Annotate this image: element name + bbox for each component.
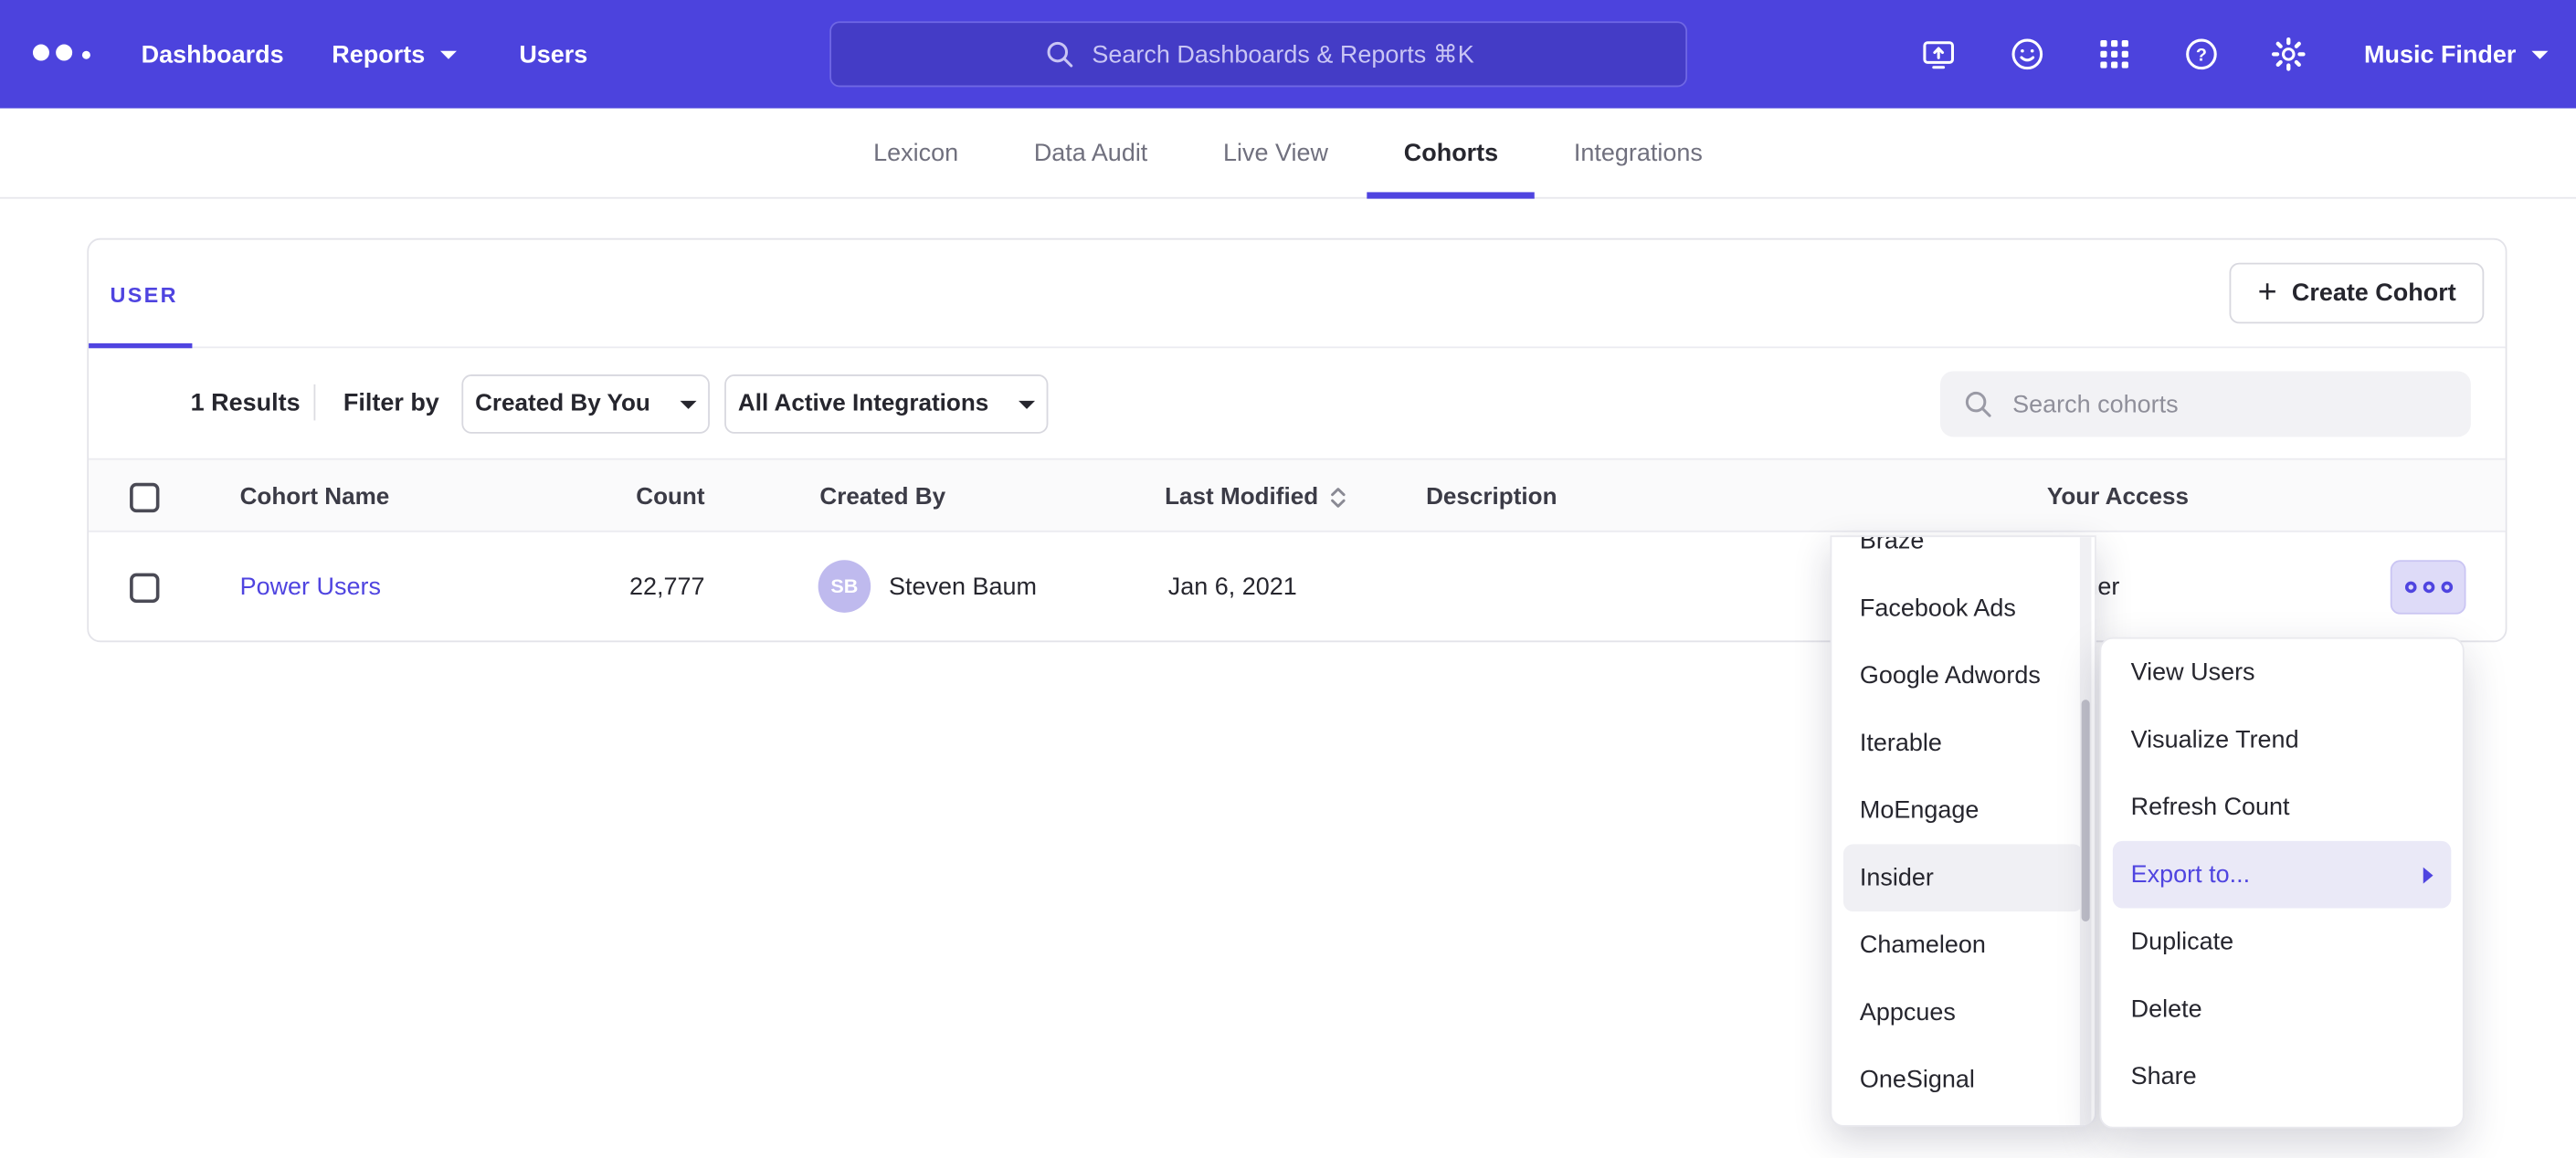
column-last-modified-label: Last Modified: [1165, 484, 1318, 511]
last-modified-date: Jan 6, 2021: [1168, 532, 1297, 642]
menu-item-appcues[interactable]: Appcues: [1832, 979, 2095, 1047]
ellipsis-icon: [2423, 582, 2434, 594]
table-row: Power Users 22,777 SB Steven Baum Jan 6,…: [89, 532, 2506, 642]
menu-item-chameleon[interactable]: Chameleon: [1832, 911, 2095, 979]
feedback-smiley-icon[interactable]: [2008, 35, 2047, 74]
cohort-search: [1940, 371, 2471, 437]
table-header: Cohort Name Count Created By Last Modifi…: [89, 458, 2506, 532]
search-icon: [1961, 387, 1994, 420]
integrations-filter-button[interactable]: All Active Integrations: [724, 374, 1048, 434]
nav-reports-label: Reports: [332, 40, 425, 68]
avatar: SB: [818, 560, 871, 613]
section-tabbar: Lexicon Data Audit Live View Cohorts Int…: [0, 109, 2576, 199]
chevron-down-icon: [2531, 50, 2548, 58]
select-all-checkbox[interactable]: [130, 482, 159, 511]
gear-icon[interactable]: [2269, 35, 2308, 74]
tab-cohorts[interactable]: Cohorts: [1404, 109, 1498, 197]
cohort-count: 22,777: [519, 532, 704, 642]
column-cohort-name: Cohort Name: [240, 460, 390, 534]
chevron-right-icon: [2423, 867, 2433, 883]
menu-item-share[interactable]: Share: [2101, 1043, 2463, 1111]
row-actions-button[interactable]: [2391, 560, 2466, 614]
brand-dot-icon: [82, 51, 90, 59]
integrations-filter-label: All Active Integrations: [738, 391, 988, 417]
tab-integrations[interactable]: Integrations: [1574, 109, 1703, 197]
column-created-by: Created By: [819, 460, 945, 534]
menu-item-delete[interactable]: Delete: [2101, 975, 2463, 1043]
create-cohort-button[interactable]: + Create Cohort: [2230, 263, 2484, 324]
creator-name: Steven Baum: [889, 532, 1037, 642]
brand-dot-icon: [56, 45, 72, 61]
panel-header: USER + Create Cohort: [89, 240, 2506, 349]
menu-item-export-to[interactable]: Export to...: [2113, 841, 2451, 909]
export-submenu: Braze Facebook Ads Google Adwords Iterab…: [1830, 535, 2096, 1126]
topbar: Dashboards Reports Users Search Dashboar…: [0, 0, 2576, 109]
tab-data-audit[interactable]: Data Audit: [1034, 109, 1147, 197]
monitor-arrow-icon[interactable]: [1919, 35, 1958, 74]
column-count: Count: [519, 460, 704, 534]
create-cohort-label: Create Cohort: [2292, 279, 2456, 308]
column-your-access: Your Access: [2047, 460, 2189, 534]
nav-reports[interactable]: Reports: [332, 0, 456, 109]
results-count: 1 Results: [191, 348, 301, 458]
cohorts-panel: USER + Create Cohort 1 Results Filter by…: [87, 238, 2507, 642]
svg-text:?: ?: [2196, 46, 2207, 66]
divider: [314, 384, 316, 421]
apps-grid-icon[interactable]: [2095, 35, 2134, 74]
workspace-name: Music Finder: [2364, 40, 2516, 68]
workspace-switcher[interactable]: Music Finder: [2364, 0, 2548, 109]
nav-dashboards[interactable]: Dashboards: [142, 0, 284, 109]
global-search[interactable]: Search Dashboards & Reports ⌘K: [829, 21, 1687, 87]
chevron-down-icon: [439, 50, 456, 58]
tab-live-view[interactable]: Live View: [1223, 109, 1328, 197]
chevron-down-icon: [1019, 400, 1035, 408]
cohort-name-cell: Power Users: [240, 532, 381, 642]
menu-item-iterable[interactable]: Iterable: [1832, 710, 2095, 777]
app-root: Dashboards Reports Users Search Dashboar…: [0, 0, 2576, 1158]
row-checkbox[interactable]: [130, 573, 159, 602]
sort-icon: [1330, 484, 1348, 511]
chevron-down-icon: [680, 400, 696, 408]
nav-users[interactable]: Users: [519, 0, 587, 109]
row-actions-menu: View Users Visualize Trend Refresh Count…: [2099, 637, 2464, 1129]
menu-item-moengage[interactable]: MoEngage: [1832, 777, 2095, 845]
menu-item-facebook-ads[interactable]: Facebook Ads: [1832, 574, 2095, 642]
user-tab-underline: [89, 343, 192, 348]
brand-logo[interactable]: [33, 45, 90, 61]
menu-item-duplicate[interactable]: Duplicate: [2101, 909, 2463, 976]
column-description: Description: [1426, 460, 1557, 534]
menu-item-view-users[interactable]: View Users: [2101, 639, 2463, 707]
column-last-modified[interactable]: Last Modified: [1165, 460, 1347, 534]
cohort-name-link[interactable]: Power Users: [240, 574, 381, 602]
scrollbar-thumb[interactable]: [2082, 700, 2090, 921]
menu-item-refresh-count[interactable]: Refresh Count: [2101, 774, 2463, 841]
ellipsis-icon: [2404, 582, 2416, 594]
menu-item-braze[interactable]: Braze: [1832, 535, 2095, 574]
select-all-checkbox-cell: [130, 460, 159, 534]
ellipsis-icon: [2441, 582, 2453, 594]
help-icon[interactable]: ?: [2181, 35, 2221, 74]
cohort-search-input[interactable]: [1940, 371, 2471, 437]
menu-item-export-to-label: Export to...: [2131, 860, 2250, 889]
menu-item-insider[interactable]: Insider: [1843, 844, 2084, 911]
menu-item-onesignal[interactable]: OneSignal: [1832, 1047, 2095, 1114]
search-icon: [1042, 37, 1075, 70]
created-by-filter-button[interactable]: Created By You: [461, 374, 710, 434]
brand-dot-icon: [33, 45, 49, 61]
plus-icon: +: [2258, 275, 2277, 308]
user-tab[interactable]: USER: [110, 240, 177, 349]
tab-lexicon[interactable]: Lexicon: [873, 109, 958, 197]
created-by-filter-label: Created By You: [475, 391, 650, 417]
menu-item-google-adwords[interactable]: Google Adwords: [1832, 642, 2095, 710]
global-search-placeholder: Search Dashboards & Reports ⌘K: [1092, 39, 1473, 68]
export-submenu-list: Braze Facebook Ads Google Adwords Iterab…: [1832, 535, 2095, 1113]
row-checkbox-cell: [130, 532, 159, 642]
filter-by-label: Filter by: [343, 348, 439, 458]
menu-item-visualize-trend[interactable]: Visualize Trend: [2101, 706, 2463, 774]
